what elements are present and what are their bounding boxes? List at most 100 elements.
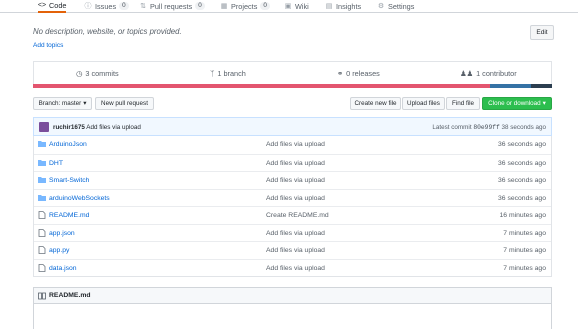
tab-projects[interactable]: ▦ Projects 0 <box>220 0 270 12</box>
readme-title: README.md <box>49 292 91 299</box>
language-segment <box>489 84 532 88</box>
commit-message-link[interactable]: Add files via upload <box>266 160 325 167</box>
tab-label: Projects <box>231 1 258 11</box>
folder-icon <box>38 176 46 184</box>
commits-count: 3 commits <box>85 69 119 78</box>
tab-label: Settings <box>388 1 415 11</box>
people-icon: ♟♟ <box>460 69 474 78</box>
clone-label: Clone or download <box>488 100 541 107</box>
table-row: app.json Add files via upload 7 minutes ag… <box>34 223 551 242</box>
releases-link[interactable]: ⚭ 0 releases <box>337 69 380 78</box>
repo-nav: <> Code ⓘ Issues 0 ⇅ Pull requests 0 ▦ P… <box>0 0 578 13</box>
tab-wiki[interactable]: ▣ Wiki <box>284 0 309 12</box>
commit-age: 7 minutes ago <box>503 229 546 237</box>
pull-requests-count: 0 <box>195 2 205 10</box>
file-name-link[interactable]: arduinoWebSockets <box>49 195 110 202</box>
latest-commit-bar: ruchir1675 Add files via upload Latest c… <box>33 117 552 136</box>
folder-icon <box>38 194 46 202</box>
branch-icon: ᛉ <box>210 69 215 78</box>
book-icon: ▣ <box>284 3 292 10</box>
repo-description: No description, website, or topics provi… <box>33 27 182 36</box>
file-icon <box>38 263 46 272</box>
history-icon: ◷ <box>76 69 83 78</box>
commit-message-link[interactable]: Add files via upload <box>266 141 325 148</box>
new-pull-request-button[interactable]: New pull request <box>95 97 154 110</box>
file-name-link[interactable]: app.json <box>49 230 75 237</box>
add-topics-link[interactable]: Add topics <box>33 42 63 49</box>
file-name-link[interactable]: data.json <box>49 265 77 272</box>
commit-message-link[interactable]: Add files via upload <box>266 177 325 184</box>
commit-time: 38 seconds ago <box>501 124 546 131</box>
contributors-link[interactable]: ♟♟ 1 contributor <box>460 69 517 78</box>
repo-summary: ◷ 3 commits ᛉ 1 branch ⚭ 0 releases ♟♟ 1… <box>33 61 552 84</box>
contributors-count: 1 contributor <box>476 69 517 78</box>
language-segment <box>33 84 490 88</box>
commit-age: 36 seconds ago <box>498 141 546 148</box>
file-icon <box>38 211 46 219</box>
upload-files-button[interactable]: Upload files <box>402 97 445 110</box>
branch-label: Branch: master <box>38 100 82 107</box>
commit-age: 7 minutes ago <box>503 264 546 272</box>
table-row: ArduinoJson Add files via upload 36 second… <box>34 136 551 154</box>
branch-select-button[interactable]: Branch: master ▾ <box>33 97 92 110</box>
create-new-file-button[interactable]: Create new file <box>350 97 401 110</box>
branches-count: 1 branch <box>217 69 246 78</box>
table-row: DHT Add files via upload 36 seconds ago <box>34 153 551 172</box>
tag-icon: ⚭ <box>337 69 344 78</box>
caret-down-icon: ▾ <box>542 100 546 107</box>
tab-issues[interactable]: ⓘ Issues 0 <box>84 0 129 12</box>
commit-message-link[interactable]: Create README.md <box>266 212 329 219</box>
commit-sha[interactable]: 80e99ff <box>473 124 499 131</box>
branches-link[interactable]: ᛉ 1 branch <box>210 69 246 78</box>
pull-request-icon: ⇅ <box>140 3 146 10</box>
project-icon: ▦ <box>220 3 228 10</box>
file-name-link[interactable]: Smart-Switch <box>49 177 89 184</box>
readme-header: README.md <box>34 288 551 304</box>
tab-settings[interactable]: ⚙ Settings <box>377 0 415 12</box>
avatar[interactable] <box>39 122 49 132</box>
tab-pull-requests[interactable]: ⇅ Pull requests 0 <box>139 0 205 12</box>
tab-label: Insights <box>336 1 362 11</box>
table-row: data.json Add files via upload 7 minutes a… <box>34 258 551 277</box>
commits-link[interactable]: ◷ 3 commits <box>76 69 119 78</box>
table-row: arduinoWebSockets Add files via upload 36 … <box>34 188 551 207</box>
commit-message-link[interactable]: Add files via upload <box>266 230 325 237</box>
table-row: README.md Create README.md 16 minutes ago <box>34 206 551 224</box>
issues-count: 0 <box>119 2 129 10</box>
commit-message-link[interactable]: Add files via upload <box>266 265 325 272</box>
edit-button[interactable]: Edit <box>530 25 554 40</box>
commit-message-link[interactable]: Add files via upload <box>266 247 325 254</box>
commit-message-link[interactable]: Add files via upload <box>266 195 325 202</box>
commit-message[interactable]: Add files via upload <box>86 124 141 131</box>
file-name-link[interactable]: ArduinoJson <box>49 141 87 148</box>
commit-age: 7 minutes ago <box>503 247 546 254</box>
readme-box: README.md <box>33 287 552 329</box>
code-icon: <> <box>37 2 47 9</box>
file-icon <box>38 228 46 237</box>
table-row: Smart-Switch Add files via upload 36 secon… <box>34 171 551 189</box>
clone-or-download-button[interactable]: Clone or download ▾ <box>482 97 552 110</box>
commit-author[interactable]: ruchir1675 <box>53 124 85 131</box>
caret-down-icon: ▾ <box>83 100 87 107</box>
file-name-link[interactable]: README.md <box>49 212 89 219</box>
commit-age: 16 minutes ago <box>499 212 546 219</box>
language-bar[interactable] <box>33 84 552 88</box>
commit-age: 36 seconds ago <box>498 177 546 184</box>
file-table: ArduinoJson Add files via upload 36 second… <box>33 136 552 277</box>
projects-count: 0 <box>260 2 270 10</box>
file-name-link[interactable]: app.py <box>49 247 69 254</box>
tab-label: Code <box>49 1 67 10</box>
releases-count: 0 releases <box>346 69 380 78</box>
folder-icon <box>38 159 46 167</box>
find-file-button[interactable]: Find file <box>446 97 480 110</box>
commit-summary: ruchir1675 Add files via upload <box>53 124 141 131</box>
tab-code[interactable]: <> Code <box>37 0 67 13</box>
book-icon <box>38 292 46 299</box>
latest-commit-prefix: Latest commit <box>432 124 472 131</box>
commit-age: 36 seconds ago <box>498 194 546 202</box>
latest-commit-info: Latest commit 80e99ff 38 seconds ago <box>432 124 546 131</box>
issue-icon: ⓘ <box>84 3 92 10</box>
tab-insights[interactable]: ▤ Insights <box>325 0 361 12</box>
tab-label: Wiki <box>295 1 309 11</box>
file-name-link[interactable]: DHT <box>49 160 63 167</box>
